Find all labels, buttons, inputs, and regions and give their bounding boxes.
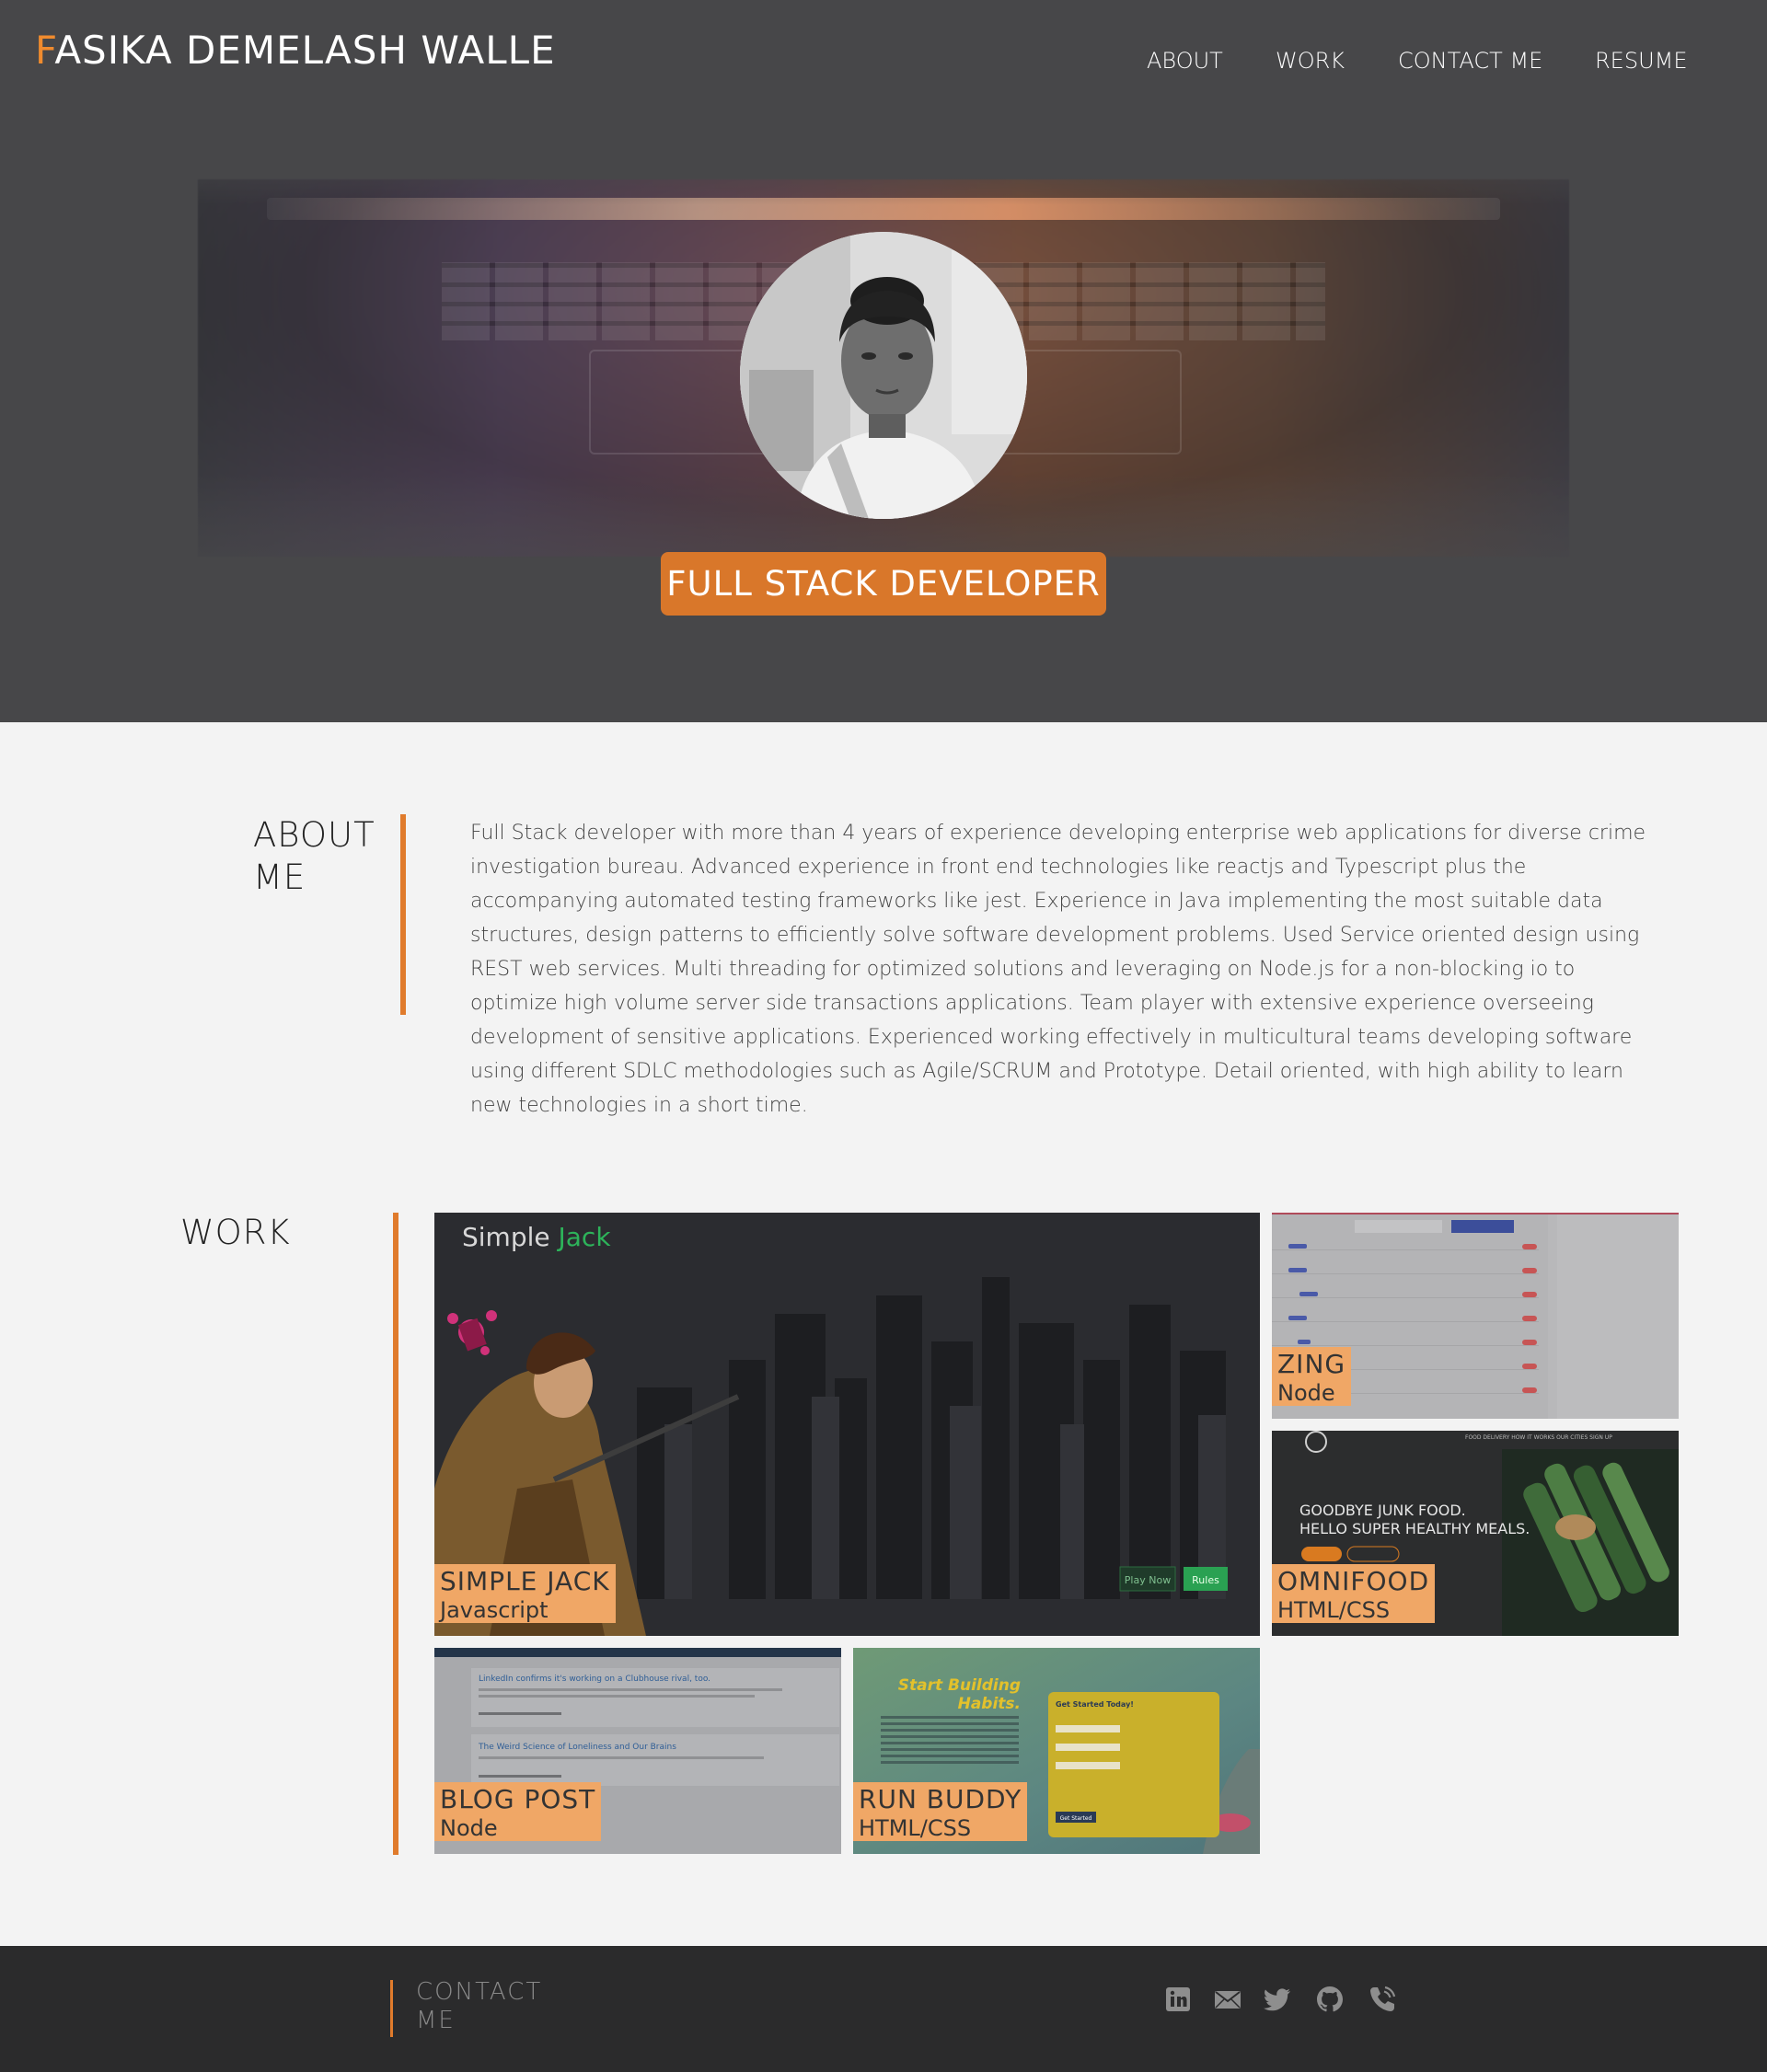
footer-accent-bar — [390, 1980, 393, 2037]
omnifood-headline-1: GOODBYE JUNK FOOD. — [1299, 1502, 1466, 1519]
project-blog-post[interactable]: LinkedIn confirms it's working on a Club… — [434, 1648, 841, 1854]
project-label: ZING Node — [1272, 1347, 1352, 1406]
nav-work[interactable]: WORK — [1276, 48, 1345, 74]
mail-icon[interactable] — [1212, 1984, 1243, 2015]
nav-about[interactable]: ABOUT — [1147, 48, 1223, 74]
simple-jack-logo: Simple Jack — [462, 1222, 611, 1252]
about-heading: ABOUT ME — [253, 815, 375, 897]
about-accent-bar — [400, 814, 406, 1015]
project-tech: HTML/CSS — [1277, 1597, 1391, 1623]
run-buddy-headline-1: Start Building — [898, 1676, 1021, 1695]
phone-icon[interactable] — [1367, 1984, 1398, 2015]
project-tech: HTML/CSS — [859, 1815, 972, 1841]
footer — [0, 1946, 1767, 2072]
project-label: RUN BUDDY HTML/CSS — [853, 1782, 1028, 1841]
about-text: Full Stack developer with more than 4 ye… — [470, 822, 1646, 1117]
rules-preview: Rules — [1192, 1574, 1219, 1586]
profile-avatar — [740, 232, 1027, 519]
blog-post-1-title: LinkedIn confirms it's working on a Club… — [479, 1675, 710, 1684]
project-name: SIMPLE JACK — [440, 1566, 610, 1596]
work-heading: WORK — [180, 1213, 291, 1252]
project-label: BLOG POST Node — [434, 1782, 602, 1841]
play-now-preview: Play Now — [1125, 1574, 1171, 1586]
project-tech: Node — [440, 1815, 498, 1841]
project-label: OMNIFOOD HTML/CSS — [1272, 1564, 1436, 1623]
work-accent-bar — [393, 1213, 398, 1855]
omnifood-headline-2: HELLO SUPER HEALTHY MEALS. — [1299, 1520, 1530, 1537]
role-badge: FULL STACK DEVELOPER — [661, 552, 1106, 616]
project-name: BLOG POST — [440, 1784, 596, 1814]
project-zing[interactable]: ZING Node — [1272, 1213, 1679, 1419]
twitter-icon[interactable] — [1262, 1984, 1293, 2015]
contact-heading: CONTACT ME — [416, 1978, 543, 2034]
project-run-buddy[interactable]: Start Building Habits. Get Started Today… — [853, 1648, 1260, 1854]
project-omnifood[interactable]: FOOD DELIVERY HOW IT WORKS OUR CITIES SI… — [1272, 1431, 1679, 1636]
blog-post-2-title: The Weird Science of Loneliness and Our … — [478, 1743, 676, 1752]
project-simple-jack[interactable]: Simple Jack Play Now Rules SIMPLE JACK J… — [434, 1213, 1260, 1636]
project-name: ZING — [1277, 1349, 1346, 1379]
project-name: RUN BUDDY — [859, 1784, 1022, 1814]
run-buddy-form-title: Get Started Today! — [1056, 1700, 1134, 1709]
project-name: OMNIFOOD — [1277, 1566, 1430, 1596]
project-label: SIMPLE JACK Javascript — [434, 1564, 616, 1623]
project-tech: Javascript — [440, 1597, 549, 1623]
linkedin-icon[interactable] — [1162, 1984, 1194, 2015]
run-buddy-headline-2: Habits. — [958, 1695, 1021, 1713]
svg-text:FOOD DELIVERY HOW IT WORKS: FOOD DELIVERY HOW IT WORKS OUR CITIES SI… — [1465, 1434, 1612, 1441]
nav-contact[interactable]: CONTACT ME — [1398, 48, 1542, 74]
nav-resume[interactable]: RESUME — [1595, 48, 1688, 74]
github-icon[interactable] — [1314, 1984, 1345, 2015]
project-tech: Node — [1277, 1380, 1335, 1406]
main-nav: ABOUT WORK CONTACT ME RESUME — [0, 48, 1767, 75]
run-buddy-form-button: Get Started — [1060, 1815, 1092, 1822]
